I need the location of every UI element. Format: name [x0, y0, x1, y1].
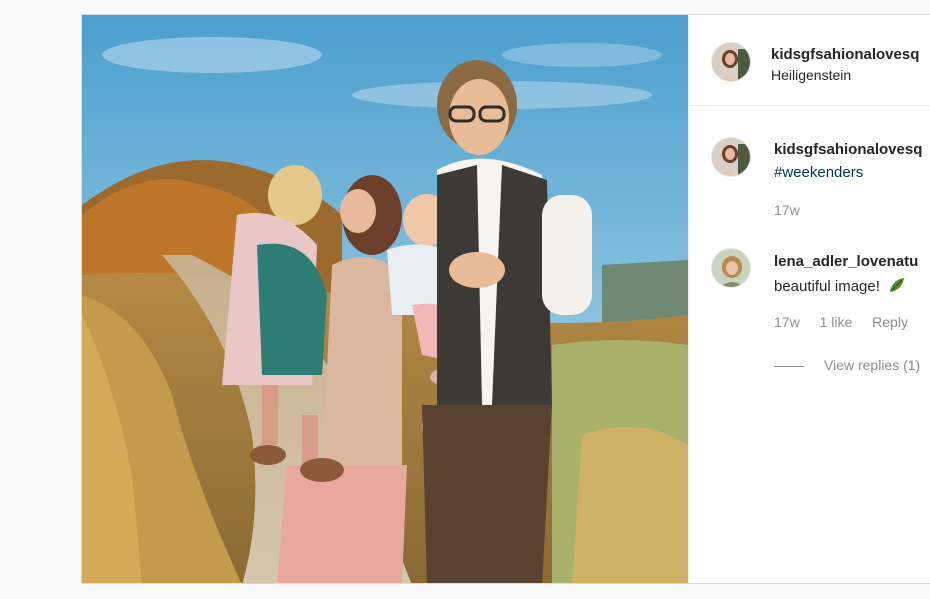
profile-photo-icon — [712, 249, 750, 287]
family-photo-illustration — [82, 15, 688, 583]
comment-meta: 17w 1 like Reply — [774, 314, 924, 330]
author-username[interactable]: kidsgfsahionalovesq — [771, 46, 919, 63]
post-header: kidsgfsahionalovesq Heiligenstein — [689, 15, 930, 106]
post-photo[interactable] — [82, 15, 688, 583]
comment-body: beautiful image! — [774, 278, 880, 295]
caption-author-avatar[interactable] — [711, 137, 751, 177]
commenter-username[interactable]: lena_adler_lovenatu — [774, 253, 918, 270]
comment-text: beautiful image! — [774, 276, 906, 295]
reply-button[interactable]: Reply — [872, 314, 908, 330]
replies-divider-line — [774, 365, 804, 367]
commenter-avatar[interactable] — [711, 248, 751, 288]
post-sidebar: kidsgfsahionalovesq Heiligenstein kidsgf… — [688, 15, 930, 583]
comment-likes[interactable]: 1 like — [820, 314, 853, 330]
view-replies-label: View replies (1) — [824, 357, 921, 373]
profile-photo-icon — [712, 138, 750, 176]
caption-meta: 17w — [774, 202, 816, 218]
post-location[interactable]: Heiligenstein — [771, 67, 851, 83]
comment-timestamp[interactable]: 17w — [774, 314, 800, 330]
page: kidsgfsahionalovesq Heiligenstein kidsgf… — [0, 0, 930, 599]
caption-username[interactable]: kidsgfsahionalovesq — [774, 141, 922, 158]
caption-timestamp[interactable]: 17w — [774, 202, 800, 218]
hashtag-link[interactable]: #weekenders — [774, 164, 863, 181]
author-avatar[interactable] — [711, 42, 751, 82]
profile-photo-icon — [712, 43, 750, 81]
view-replies-button[interactable]: View replies (1) — [774, 357, 920, 373]
leaf-icon — [890, 278, 905, 292]
post-dialog: kidsgfsahionalovesq Heiligenstein kidsgf… — [81, 14, 930, 584]
